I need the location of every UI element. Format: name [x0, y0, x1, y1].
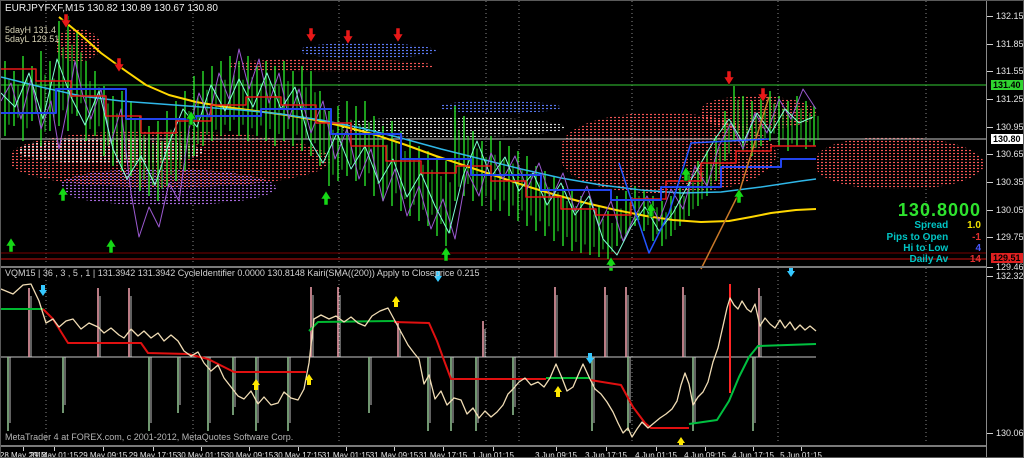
time-axis[interactable]: 28 May 2013 29 May 01:15 29 May 09:15 29 Ma…	[1, 445, 986, 458]
price-axis-tick	[987, 182, 993, 183]
price-axis-tick	[987, 210, 993, 211]
sell-signal-arrow[interactable]	[757, 87, 769, 103]
price-axis-tick	[987, 237, 993, 238]
price-axis-tick	[987, 276, 993, 277]
time-axis-label: 4 Jun 17:15	[732, 451, 774, 458]
buy-signal-arrow[interactable]	[320, 190, 332, 206]
time-axis-label: 30 May 01:15	[176, 451, 226, 458]
price-axis-label: 130.35	[996, 177, 1024, 187]
price-axis-label: 131.85	[996, 39, 1024, 49]
vq-line	[589, 379, 689, 429]
time-axis-label: 29 May 17:15	[128, 451, 178, 458]
price-axis-label: 132.15	[996, 11, 1024, 21]
sell-signal-arrow[interactable]	[113, 57, 125, 73]
spread-label: Spread	[914, 220, 949, 231]
main-chart-canvas[interactable]	[1, 1, 1024, 458]
price-axis-label: 132.324	[996, 271, 1024, 281]
price-axis-label: 129.75	[996, 232, 1024, 242]
price-axis-tick	[987, 154, 993, 155]
price-axis-label: 130.65	[996, 149, 1024, 159]
time-axis-label: 29 May 01:15	[29, 451, 79, 458]
cycle-down-arrow[interactable]	[39, 285, 47, 296]
time-axis-label: 30 May 09:15	[224, 451, 274, 458]
price-axis-label: 131.55	[996, 66, 1024, 76]
buy-signal-arrow[interactable]	[105, 238, 117, 254]
daily-av-label: Daily Av	[909, 254, 949, 265]
current-price-readout: 130.8000	[897, 200, 981, 220]
symbol-ohlc-readout: EURJPYFXF,M15 130.82 130.89 130.67 130.8…	[5, 3, 218, 14]
price-axis-tick	[987, 44, 993, 45]
time-axis-label: 3 Jun 09:15	[535, 451, 577, 458]
vq-line	[393, 321, 546, 380]
pips-to-open-label: Pips to Open	[886, 232, 949, 243]
copyright-text: MetaTrader 4 at FOREX.com, c 2001-2012, …	[5, 432, 294, 442]
time-axis-label: 31 May 09:15	[369, 451, 419, 458]
sell-signal-arrow[interactable]	[723, 70, 735, 86]
cycle-up-arrow[interactable]	[554, 386, 562, 397]
price-marker-box: 130.80	[991, 134, 1023, 144]
mt4-window: EURJPYFXF,M15 130.82 130.89 130.67 130.8…	[0, 0, 1024, 458]
price-axis-label: 130.95	[996, 122, 1024, 132]
time-axis-label: 3 Jun 17:15	[585, 451, 627, 458]
daily-av-value: 14	[969, 254, 981, 265]
hi-to-low-value: 4	[975, 243, 981, 254]
price-axis-tick	[987, 16, 993, 17]
vq-line	[42, 308, 306, 373]
pips-to-open-row: Pips to Open -1	[887, 232, 981, 243]
price-axis-label: 130.05	[996, 205, 1024, 215]
price-axis-label: 130.063	[996, 428, 1024, 438]
spread-value: 1.0	[967, 220, 981, 231]
price-marker-box: 129.51	[991, 253, 1023, 263]
price-axis-tick	[987, 99, 993, 100]
time-axis-label: 30 May 17:15	[273, 451, 323, 458]
time-axis-label: 1 Jun 01:15	[472, 451, 514, 458]
sell-signal-arrow[interactable]	[305, 27, 317, 43]
buy-signal-arrow[interactable]	[57, 186, 69, 202]
hi-to-low-row: Hi to Low 4	[903, 243, 981, 254]
daily-av-row: Daily Av 14	[909, 254, 981, 265]
price-axis-tick	[987, 433, 993, 434]
sell-signal-arrow[interactable]	[342, 29, 354, 45]
time-axis-label: 4 Jun 01:15	[635, 451, 677, 458]
vq-line	[308, 320, 395, 332]
cycle-up-arrow[interactable]	[392, 296, 400, 307]
five-day-low-note: 5dayL 129.51	[5, 34, 60, 44]
spread-row: Spread 1.0	[914, 220, 981, 231]
price-axis-tick	[987, 267, 993, 268]
time-axis-label: 31 May 17:15	[418, 451, 468, 458]
time-axis-label: 31 May 01:15	[321, 451, 371, 458]
buy-signal-arrow[interactable]	[5, 237, 17, 253]
pips-to-open-value: -1	[972, 232, 981, 243]
time-axis-label: 5 Jun 01:15	[780, 451, 822, 458]
price-axis-tick	[987, 127, 993, 128]
price-marker-box: 131.40	[991, 80, 1023, 90]
indicator-header: VQM15 | 36 , 3 , 5 , 1 | 131.3942 131.39…	[5, 268, 480, 278]
cycle-up-arrow[interactable]	[252, 379, 260, 390]
price-axis-tick	[987, 71, 993, 72]
blue-zig	[618, 138, 770, 254]
price-axis[interactable]: 132.15 131.85 131.55 131.25 130.95 130.65 130.…	[986, 1, 1024, 457]
price-axis-label: 131.25	[996, 94, 1024, 104]
kijun-blue	[1, 88, 816, 201]
sell-signal-arrow[interactable]	[392, 27, 404, 43]
hi-to-low-label: Hi to Low	[903, 243, 949, 254]
time-axis-label: 29 May 09:15	[78, 451, 128, 458]
time-axis-label: 4 Jun 09:15	[684, 451, 726, 458]
